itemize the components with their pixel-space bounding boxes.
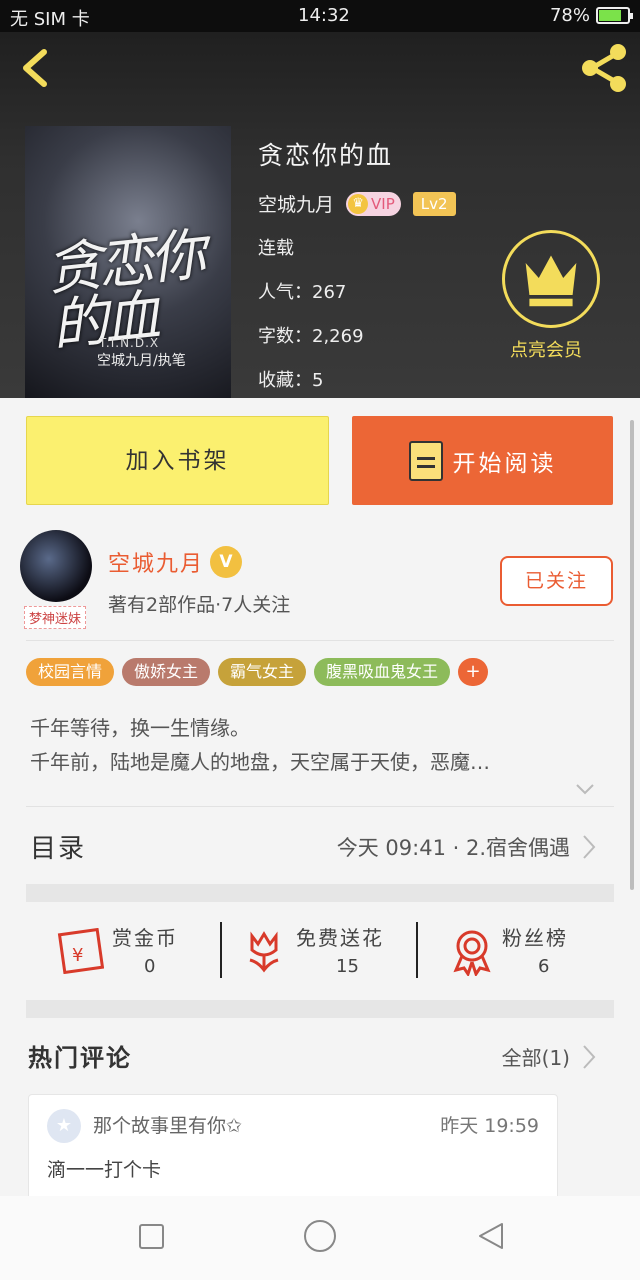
chevron-down-icon[interactable] xyxy=(574,778,596,800)
carrier-text: 无 SIM 卡 xyxy=(10,9,90,30)
catalog-label[interactable]: 目录 xyxy=(30,828,86,865)
crown-icon: ♛ xyxy=(348,193,369,214)
back-arrow-icon[interactable] xyxy=(14,46,58,90)
add-tag-button[interactable]: + xyxy=(458,658,489,686)
share-icon[interactable] xyxy=(578,42,630,94)
book-icon xyxy=(408,440,443,481)
book-favorites: 收藏：5 xyxy=(258,370,324,391)
follow-button[interactable]: 已关注 xyxy=(500,556,613,606)
tag-list: 校园言情 傲娇女主 霸气女主 腹黑吸血鬼女王 + xyxy=(26,658,489,686)
reward-fan-ranking[interactable]: 粉丝榜 6 xyxy=(450,920,600,990)
book-detail-screen: 无 SIM 卡 14:32 78% 贪恋你的血 T.I.N.D.X 空城九月/执… xyxy=(0,0,640,1280)
reward-value: 15 xyxy=(336,956,359,977)
avatar-tag: 梦神迷妹 xyxy=(24,606,87,629)
recent-apps-icon[interactable] xyxy=(139,1224,164,1249)
book-author[interactable]: 空城九月 xyxy=(258,190,334,217)
cover-subtitle: T.I.N.D.X xyxy=(99,336,160,350)
comment-user[interactable]: 那个故事里有你✩ xyxy=(93,1111,242,1138)
divider xyxy=(26,640,614,641)
start-reading-label: 开始阅读 xyxy=(452,450,557,477)
book-word-count: 字数：2,269 xyxy=(258,326,364,347)
battery-percent: 78% xyxy=(549,5,590,26)
level-badge: Lv2 xyxy=(412,191,456,216)
reward-flowers[interactable]: 免费送花 15 xyxy=(240,920,410,990)
add-to-shelf-button[interactable]: 加入书架 xyxy=(26,416,329,505)
status-bar: 无 SIM 卡 14:32 78% xyxy=(0,0,640,32)
user-avatar-icon[interactable]: ★ xyxy=(47,1109,81,1143)
vip-badge: ♛ VIP xyxy=(346,191,401,216)
divider xyxy=(26,806,614,807)
back-triangle-icon[interactable] xyxy=(476,1220,508,1252)
all-comments-link[interactable]: 全部(1) xyxy=(502,1042,570,1071)
tag-item[interactable]: 霸气女主 xyxy=(218,658,307,686)
book-title: 贪恋你的血 xyxy=(258,141,394,170)
red-envelope-icon: ¥ xyxy=(57,928,104,974)
verified-icon: V xyxy=(210,546,242,578)
reward-value: 6 xyxy=(538,956,550,977)
book-cover[interactable]: 贪恋你的血 T.I.N.D.X 空城九月/执笔 xyxy=(25,126,231,398)
reward-coins[interactable]: ¥ 赏金币 0 xyxy=(56,920,216,990)
battery-icon xyxy=(596,7,633,24)
description-line-1: 千年等待，换一生情缘。 xyxy=(30,716,250,740)
status-time: 14:32 xyxy=(298,5,350,26)
system-nav-bar xyxy=(0,1196,640,1280)
tag-item[interactable]: 腹黑吸血鬼女王 xyxy=(314,658,451,686)
tag-item[interactable]: 校园言情 xyxy=(26,658,115,686)
chevron-right-icon[interactable] xyxy=(580,832,598,862)
start-reading-button[interactable]: 开始阅读 xyxy=(352,416,613,505)
tag-item[interactable]: 傲娇女主 xyxy=(122,658,211,686)
catalog-latest-chapter[interactable]: 今天 09:41 · 2.宿舍偶遇 xyxy=(337,832,570,862)
reward-label: 免费送花 xyxy=(296,926,384,950)
scrollbar[interactable] xyxy=(630,420,634,890)
comment-card[interactable]: ★ 那个故事里有你✩ 昨天 19:59 滴一一打个卡 xyxy=(28,1094,558,1204)
section-separator xyxy=(26,884,614,902)
vip-badge-label: VIP xyxy=(371,194,395,213)
separator xyxy=(416,922,418,978)
hot-comments-heading: 热门评论 xyxy=(28,1044,132,1072)
section-separator xyxy=(26,1000,614,1018)
author-name[interactable]: 空城九月 xyxy=(108,546,204,578)
author-meta: 著有2部作品·7人关注 xyxy=(108,594,291,616)
svg-text:¥: ¥ xyxy=(72,945,83,966)
book-author-row: 空城九月 ♛ VIP Lv2 xyxy=(258,190,456,217)
cover-author: 空城九月/执笔 xyxy=(97,353,186,369)
book-status: 连载 xyxy=(258,238,294,259)
vip-promo-label[interactable]: 点亮会员 xyxy=(510,336,582,362)
reward-label: 粉丝榜 xyxy=(502,926,568,950)
vip-crown-icon[interactable] xyxy=(502,230,600,328)
home-icon[interactable] xyxy=(304,1220,336,1252)
medal-icon xyxy=(453,930,491,976)
comment-time: 昨天 19:59 xyxy=(440,1115,539,1137)
status-right: 78% xyxy=(549,5,633,26)
battery-fill xyxy=(599,10,621,21)
separator xyxy=(220,922,222,978)
book-header: 无 SIM 卡 14:32 78% 贪恋你的血 T.I.N.D.X 空城九月/执… xyxy=(0,0,640,398)
description-line-2: 千年前，陆地是魔人的地盘，天空属于天使，恶魔… xyxy=(30,750,490,774)
book-popularity: 人气：267 xyxy=(258,282,347,303)
author-avatar[interactable] xyxy=(20,530,92,602)
flower-icon xyxy=(249,931,279,973)
reward-value: 0 xyxy=(144,956,156,977)
comment-text: 滴一一打个卡 xyxy=(47,1159,162,1181)
chevron-right-icon[interactable] xyxy=(580,1042,598,1072)
reward-label: 赏金币 xyxy=(112,926,178,950)
